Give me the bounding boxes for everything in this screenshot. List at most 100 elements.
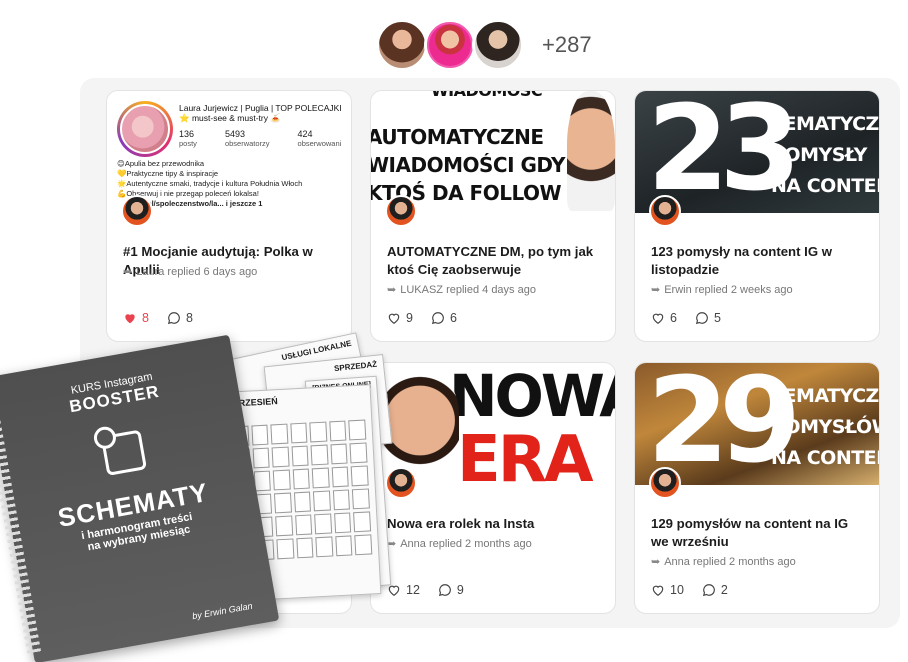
last-reply: ➥ LUKASZ replied 4 days ago (387, 283, 536, 297)
post-card[interactable]: Laura Jurjewicz | Puglia | TOP POLECAJKI… (106, 90, 352, 342)
posts-count: 136 (179, 129, 195, 139)
author-avatar (649, 467, 681, 499)
like-button[interactable]: 10 (651, 583, 684, 597)
author-avatar (385, 195, 417, 227)
post-card[interactable] (106, 362, 352, 614)
thumb-line: POMYSŁY (771, 144, 867, 166)
comment-icon (167, 312, 180, 325)
bio-line: 🌟Autentyczne smaki, tradycje i kultura P… (117, 179, 303, 188)
reply-text: Anna replied 2 months ago (664, 555, 796, 568)
reply-arrow-icon: ➥ (123, 266, 133, 278)
reply-arrow-icon: ➥ (387, 284, 397, 296)
post-card[interactable]: 23 TEMATYCZNE POMYSŁY NA CONTENT 123 pom… (634, 90, 880, 342)
reply-text: Anna replied 2 months ago (400, 537, 532, 550)
comment-icon (431, 312, 444, 325)
thumb-text: NOWA (449, 363, 615, 430)
like-button[interactable]: 12 (387, 583, 420, 597)
post-thumbnail: 23 TEMATYCZNE POMYSŁY NA CONTENT (635, 91, 879, 213)
post-thumbnail: 29 TEMATYCZNE POMYSŁÓW NA CONTENT (635, 363, 879, 485)
post-stats: 6 5 (651, 311, 721, 325)
author-avatar (385, 467, 417, 499)
last-reply: ➥ Erwin replied 2 weeks ago (651, 283, 793, 297)
heart-icon (652, 313, 664, 324)
like-count: 6 (670, 311, 677, 325)
like-count: 10 (670, 583, 684, 597)
reply-arrow-icon: ➥ (651, 556, 661, 568)
post-card[interactable]: 29 TEMATYCZNE POMYSŁÓW NA CONTENT 129 po… (634, 362, 880, 614)
avatar (472, 19, 524, 71)
thumb-person (381, 371, 459, 481)
bio-line: 💪Obserwuj i nie przegap poleceń lokalsa! (117, 189, 259, 198)
following-label: obserwowani (297, 139, 342, 148)
thumb-line: TEMATYCZNE (771, 385, 879, 407)
heart-icon (388, 313, 400, 324)
member-avatars: +287 (376, 18, 592, 72)
post-thumbnail: NOWA ERA (371, 363, 615, 485)
post-title[interactable]: 123 pomysły na content IG w listopadzie (651, 243, 867, 279)
author-avatar (121, 195, 153, 227)
comment-count: 2 (720, 583, 728, 597)
heart-filled-icon (125, 314, 135, 324)
profile-picture (117, 101, 173, 157)
author-avatar (649, 195, 681, 227)
post-card[interactable]: NOWA ERA Nowa era rolek na Insta ➥Anna r… (370, 362, 616, 614)
comment-icon (438, 584, 451, 597)
reply-arrow-icon: ➥ (651, 284, 661, 296)
comment-button[interactable]: 6 (431, 311, 457, 325)
like-count: 9 (406, 311, 413, 325)
reply-text: LUKASZ replied 4 days ago (400, 283, 536, 296)
profile-tagline: ⭐ must-see & must-try 🍝 (179, 113, 281, 123)
comment-button[interactable]: 8 (167, 311, 193, 325)
like-button[interactable]: 9 (387, 311, 413, 325)
last-reply: ➥ Anna replied 2 months ago (651, 555, 796, 569)
comment-count: 9 (456, 583, 464, 597)
post-stats: 10 2 (651, 583, 728, 597)
comment-icon (702, 584, 715, 597)
profile-bio: 😊Apulia bez przewodnika 💛Praktyczne tipy… (117, 159, 345, 209)
comment-button[interactable]: 2 (702, 583, 728, 597)
reply-text: Laura replied 6 days ago (136, 265, 258, 278)
reply-arrow-icon: ➥ (387, 538, 397, 550)
bio-line: 💛Praktyczne tipy & inspiracje (117, 169, 219, 178)
thumb-text: TEMATYCZNE POMYSŁY NA CONTENT (771, 109, 879, 202)
post-title[interactable]: 129 pomysłów na content na IG we wrześni… (651, 515, 867, 551)
last-reply: ➥ Laura replied 6 days ago (123, 265, 258, 279)
following-count: 424 (297, 129, 313, 139)
page: +287 Laura Jurjewicz | Puglia | TOP POLE… (0, 0, 908, 662)
comment-button[interactable]: 5 (695, 311, 721, 325)
post-title[interactable]: Nowa era rolek na Insta (387, 515, 603, 533)
posts-label: posty (179, 139, 197, 148)
followers-label: obserwatorzy (224, 139, 270, 148)
reply-text: Erwin replied 2 weeks ago (664, 283, 793, 296)
comment-button[interactable]: 9 (438, 583, 464, 597)
last-reply: ➥ Anna replied 2 months ago (387, 537, 532, 551)
heart-icon (388, 585, 400, 596)
thumb-person (567, 91, 615, 211)
like-button[interactable]: 8 (123, 311, 149, 325)
like-count: 12 (406, 583, 420, 597)
profile-name: Laura Jurjewicz | Puglia | TOP POLECAJKI (179, 103, 342, 113)
like-count: 8 (142, 311, 149, 325)
thumb-line: TEMATYCZNE (771, 113, 879, 135)
profile-stats: 136 posty 5493 obserwatorzy 424 obserwowani (179, 129, 341, 149)
like-button[interactable]: 6 (651, 311, 677, 325)
post-stats: 8 8 (123, 311, 193, 325)
heart-icon (652, 585, 664, 596)
comment-count: 8 (185, 311, 193, 325)
post-stats: 12 9 (387, 583, 464, 597)
post-card[interactable]: WIADOMOŚĆ AUTOMATYCZNE WIADOMOŚCI GDY KT… (370, 90, 616, 342)
comment-icon (695, 312, 708, 325)
member-count: +287 (542, 32, 592, 57)
post-stats: 9 6 (387, 311, 457, 325)
comment-count: 5 (713, 311, 721, 325)
thumb-line: NA CONTENT (771, 175, 879, 197)
thumb-text: TEMATYCZNE POMYSŁÓW NA CONTENT (771, 381, 879, 474)
spiral-binding (0, 386, 42, 655)
post-title[interactable]: AUTOMATYCZNE DM, po tym jak ktoś Cię zao… (387, 243, 603, 279)
post-thumbnail: WIADOMOŚĆ AUTOMATYCZNE WIADOMOŚCI GDY KT… (371, 91, 615, 213)
posts-grid: Laura Jurjewicz | Puglia | TOP POLECAJKI… (80, 78, 900, 628)
comment-count: 6 (449, 311, 457, 325)
thumb-text: ERA (457, 423, 594, 485)
avatar (376, 19, 428, 71)
post-thumbnail: Laura Jurjewicz | Puglia | TOP POLECAJKI… (107, 91, 351, 213)
